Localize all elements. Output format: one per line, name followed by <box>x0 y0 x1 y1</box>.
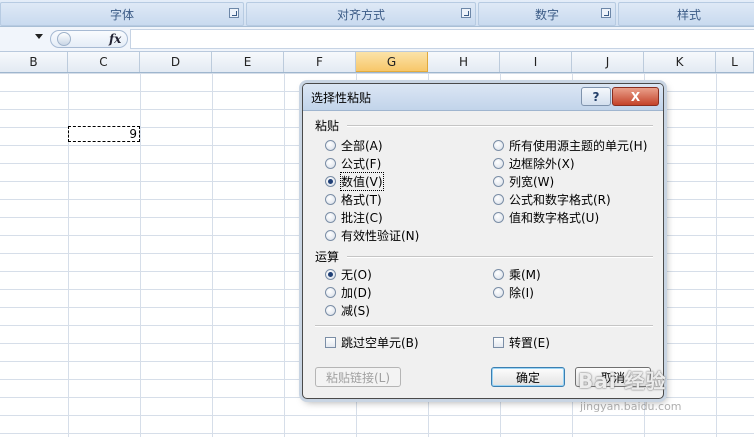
font-dialog-launcher-icon[interactable] <box>229 8 239 18</box>
paste-special-dialog: 选择性粘贴 ? X 粘贴 全部(A) 公式(F) 数值(V) 格式(T) 批注(… <box>302 83 664 399</box>
column-header-f[interactable]: F <box>284 52 356 72</box>
column-header-b[interactable]: B <box>0 52 68 72</box>
paste-option-formats[interactable]: 格式(T) <box>325 191 382 207</box>
option-label: 公式和数字格式(R) <box>509 192 611 207</box>
paste-option-validation[interactable]: 有效性验证(N) <box>325 227 419 243</box>
paste-separator <box>347 125 653 127</box>
paste-link-button[interactable]: 粘贴链接(L) <box>315 367 401 387</box>
ribbon-group-alignment-label: 对齐方式 <box>336 7 385 22</box>
option-label: 乘(M) <box>509 267 541 282</box>
radio-icon[interactable] <box>493 175 504 187</box>
formula-input[interactable] <box>130 29 754 49</box>
close-button[interactable]: X <box>612 87 659 106</box>
column-header-c[interactable]: C <box>68 52 140 72</box>
radio-icon[interactable] <box>493 211 504 223</box>
radio-icon[interactable] <box>325 229 336 241</box>
ribbon-group-number: 数字 <box>478 2 616 26</box>
paste-option-source-theme[interactable]: 所有使用源主题的单元(H) <box>493 137 647 153</box>
radio-icon[interactable] <box>325 193 336 205</box>
radio-selected-icon[interactable] <box>325 175 336 187</box>
ribbon-group-number-label: 数字 <box>534 7 559 22</box>
option-label: 所有使用源主题的单元(H) <box>509 138 648 153</box>
checkbox-icon[interactable] <box>325 336 336 348</box>
ribbon-group-alignment: 对齐方式 <box>246 2 476 26</box>
option-label: 有效性验证(N) <box>341 228 420 243</box>
operation-section-title: 运算 <box>315 250 340 264</box>
option-label: 数值(V) <box>340 171 384 191</box>
copied-cell[interactable]: 9 <box>68 126 140 142</box>
radio-icon[interactable] <box>325 304 336 316</box>
column-header-d[interactable]: D <box>140 52 212 72</box>
radio-icon[interactable] <box>493 268 504 280</box>
column-header-l[interactable]: L <box>716 52 754 72</box>
ok-button[interactable]: 确定 <box>491 367 565 387</box>
namebox-dropdown-icon[interactable] <box>35 34 43 39</box>
operation-option-add[interactable]: 加(D) <box>325 284 372 300</box>
ribbon-group-styles-label: 样式 <box>676 7 701 22</box>
option-label: 批注(C) <box>341 210 383 225</box>
radio-icon[interactable] <box>493 157 504 169</box>
option-label: 列宽(W) <box>509 174 555 189</box>
option-label: 减(S) <box>341 303 370 318</box>
column-header-k[interactable]: K <box>644 52 716 72</box>
option-label: 加(D) <box>341 285 372 300</box>
number-dialog-launcher-icon[interactable] <box>601 8 611 18</box>
radio-icon[interactable] <box>325 157 336 169</box>
option-label: 公式(F) <box>341 156 382 171</box>
option-label: 全部(A) <box>341 138 383 153</box>
formula-bar: fx <box>0 27 754 52</box>
paste-option-column-widths[interactable]: 列宽(W) <box>493 173 554 189</box>
radio-icon[interactable] <box>325 286 336 298</box>
option-label: 格式(T) <box>341 192 382 207</box>
paste-option-formulas[interactable]: 公式(F) <box>325 155 381 171</box>
option-label: 边框除外(X) <box>509 156 575 171</box>
option-label: 值和数字格式(U) <box>509 210 600 225</box>
column-header-g[interactable]: G <box>356 52 428 72</box>
checkbox-label: 跳过空单元(B) <box>341 335 419 350</box>
operation-option-divide[interactable]: 除(I) <box>493 284 534 300</box>
radio-icon[interactable] <box>493 286 504 298</box>
paste-option-values[interactable]: 数值(V) <box>325 171 384 191</box>
operation-option-none[interactable]: 无(O) <box>325 266 372 282</box>
ribbon-group-styles: 样式 <box>618 2 754 26</box>
ribbon-group-font: 字体 <box>0 2 244 26</box>
checkbox-label: 转置(E) <box>509 335 550 350</box>
insert-function-button[interactable]: fx <box>109 32 121 46</box>
radio-icon[interactable] <box>493 193 504 205</box>
ribbon-group-font-label: 字体 <box>109 7 134 22</box>
column-header-h[interactable]: H <box>428 52 500 72</box>
column-header-e[interactable]: E <box>212 52 284 72</box>
formula-controls: fx <box>50 30 128 48</box>
formula-expand-icon[interactable] <box>57 32 71 46</box>
option-label: 除(I) <box>509 285 534 300</box>
watermark-url: jingyan.baidu.com <box>580 400 682 413</box>
paste-option-formulas-number-formats[interactable]: 公式和数字格式(R) <box>493 191 611 207</box>
dialog-title: 选择性粘贴 <box>311 91 372 105</box>
checkbox-icon[interactable] <box>493 336 504 348</box>
radio-icon[interactable] <box>493 139 504 151</box>
paste-option-except-borders[interactable]: 边框除外(X) <box>493 155 575 171</box>
option-label: 无(O) <box>341 267 372 282</box>
paste-section-title: 粘贴 <box>315 119 340 133</box>
watermark: Bai 经验 <box>578 369 667 393</box>
help-button[interactable]: ? <box>581 87 611 106</box>
column-header-i[interactable]: I <box>500 52 572 72</box>
alignment-dialog-launcher-icon[interactable] <box>461 8 471 18</box>
checkbox-separator <box>315 325 653 327</box>
ribbon-group-bar: 字体 对齐方式 数字 样式 <box>0 0 754 27</box>
paste-option-all[interactable]: 全部(A) <box>325 137 383 153</box>
column-header-row: B C D E F G H I J K L <box>0 52 754 73</box>
paste-option-values-number-formats[interactable]: 值和数字格式(U) <box>493 209 599 225</box>
operation-option-multiply[interactable]: 乘(M) <box>493 266 541 282</box>
radio-icon[interactable] <box>325 139 336 151</box>
operation-separator <box>347 256 653 258</box>
paste-option-comments[interactable]: 批注(C) <box>325 209 383 225</box>
dialog-titlebar[interactable]: 选择性粘贴 ? X <box>303 84 663 111</box>
column-header-j[interactable]: J <box>572 52 644 72</box>
radio-selected-icon[interactable] <box>325 268 336 280</box>
radio-icon[interactable] <box>325 211 336 223</box>
transpose-checkbox[interactable]: 转置(E) <box>493 334 550 350</box>
operation-option-subtract[interactable]: 减(S) <box>325 302 370 318</box>
skip-blanks-checkbox[interactable]: 跳过空单元(B) <box>325 334 419 350</box>
